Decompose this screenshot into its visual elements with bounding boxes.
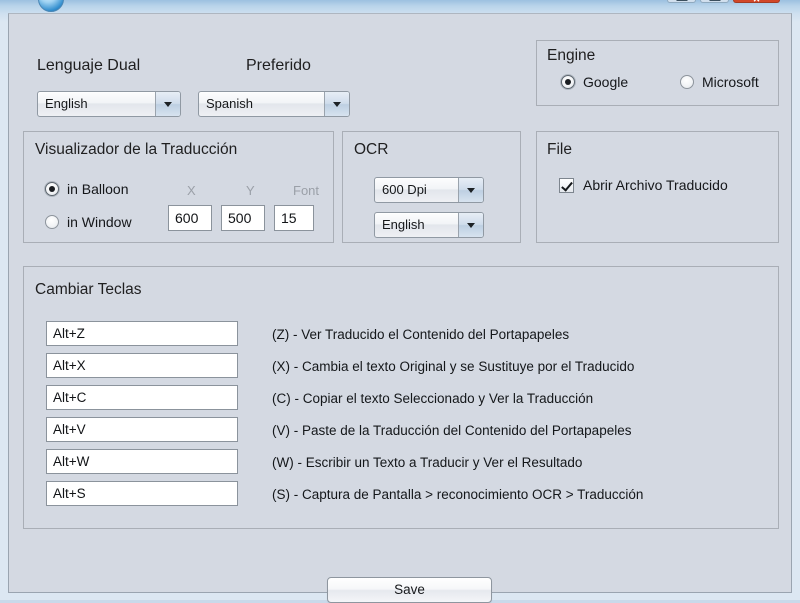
ocr-language-select[interactable]: English	[374, 212, 484, 238]
chevron-down-icon	[467, 223, 475, 228]
ocr-group: OCR 600 Dpi English	[342, 131, 521, 243]
preferred-language-label: Preferido	[246, 57, 311, 74]
radio-google-icon[interactable]	[561, 75, 575, 89]
translation-viewer-group: Visualizador de la Traducción in Balloon…	[23, 131, 334, 243]
key-desc-v: (V) - Paste de la Traducción del Conteni…	[272, 423, 632, 438]
viewer-balloon-label: in Balloon	[67, 181, 129, 197]
viewer-font-label: Font	[293, 183, 320, 198]
languages-group: Lenguaje Dual Preferido English Spanish	[18, 23, 524, 120]
ocr-language-dropdown-button[interactable]	[458, 213, 483, 237]
key-desc-s: (S) - Captura de Pantalla > reconocimien…	[272, 487, 644, 502]
preferred-language-select[interactable]: Spanish	[198, 91, 350, 117]
app-globe-icon	[38, 0, 64, 12]
dual-language-value: English	[45, 96, 88, 111]
ocr-dpi-select[interactable]: 600 Dpi	[374, 177, 484, 203]
ocr-dpi-dropdown-button[interactable]	[458, 178, 483, 202]
chevron-down-icon	[467, 188, 475, 193]
ocr-language-value: English	[382, 217, 425, 232]
open-translated-file-label: Abrir Archivo Traducido	[583, 177, 728, 193]
save-button[interactable]: Save	[327, 577, 492, 603]
key-input-z[interactable]: Alt+Z	[46, 321, 238, 346]
change-keys-group: Cambiar Teclas Alt+Z (Z) - Ver Traducido…	[23, 266, 779, 529]
key-desc-w: (W) - Escribir un Texto a Traducir y Ver…	[272, 455, 583, 470]
chevron-down-icon	[333, 102, 341, 107]
checkbox-open-file-icon[interactable]	[559, 177, 574, 193]
ocr-dpi-value: 600 Dpi	[382, 182, 427, 197]
preferred-language-value: Spanish	[206, 96, 253, 111]
key-input-w[interactable]: Alt+W	[46, 449, 238, 474]
minimize-icon	[676, 0, 687, 1]
key-desc-z: (Z) - Ver Traducido el Contenido del Por…	[272, 327, 570, 342]
key-desc-c: (C) - Copiar el texto Seleccionado y Ver…	[272, 391, 594, 406]
engine-google-label: Google	[583, 74, 629, 90]
viewer-x-input[interactable]: 600	[168, 205, 212, 231]
key-input-v[interactable]: Alt+V	[46, 417, 238, 442]
dual-language-dropdown-button[interactable]	[155, 92, 180, 116]
viewer-option-balloon[interactable]: in Balloon	[45, 181, 129, 197]
change-keys-group-title: Cambiar Teclas	[35, 281, 142, 298]
key-input-x[interactable]: Alt+X	[46, 353, 238, 378]
close-icon: ✕	[753, 0, 761, 4]
open-translated-file-option[interactable]: Abrir Archivo Traducido	[559, 177, 728, 193]
file-group: File Abrir Archivo Traducido	[536, 131, 779, 243]
engine-microsoft-label: Microsoft	[702, 74, 759, 90]
preferred-language-dropdown-button[interactable]	[324, 92, 349, 116]
viewer-option-window[interactable]: in Window	[45, 214, 132, 230]
key-desc-x: (X) - Cambia el texto Original y se Sust…	[272, 359, 635, 374]
window-maximize-button[interactable]	[700, 0, 729, 3]
key-input-s[interactable]: Alt+S	[46, 481, 238, 506]
viewer-group-title: Visualizador de la Traducción	[35, 141, 238, 158]
radio-balloon-icon[interactable]	[45, 182, 59, 196]
dual-language-label: Lenguaje Dual	[37, 57, 141, 74]
key-input-c[interactable]: Alt+C	[46, 385, 238, 410]
window-close-button[interactable]: ✕	[733, 0, 780, 4]
radio-window-icon[interactable]	[45, 215, 59, 229]
settings-form: Lenguaje Dual Preferido English Spanish	[9, 14, 791, 603]
viewer-font-input[interactable]: 15	[274, 205, 314, 231]
engine-group: Engine Google Microsoft	[536, 40, 779, 106]
maximize-icon	[709, 0, 720, 1]
radio-microsoft-icon[interactable]	[680, 75, 694, 89]
viewer-x-label: X	[187, 183, 196, 198]
viewer-y-label: Y	[246, 183, 255, 198]
dual-language-select[interactable]: English	[37, 91, 181, 117]
application-window: ✕ Lenguaje Dual Preferido English Spanis…	[0, 0, 800, 603]
window-minimize-button[interactable]	[667, 0, 696, 3]
engine-option-microsoft[interactable]: Microsoft	[680, 74, 759, 90]
window-client-area: Lenguaje Dual Preferido English Spanish	[8, 13, 792, 603]
file-group-title: File	[547, 141, 572, 158]
viewer-y-input[interactable]: 500	[221, 205, 265, 231]
ocr-group-title: OCR	[354, 141, 389, 158]
viewer-window-label: in Window	[67, 214, 132, 230]
engine-option-google[interactable]: Google	[561, 74, 628, 90]
chevron-down-icon	[164, 102, 172, 107]
engine-group-title: Engine	[547, 47, 596, 64]
